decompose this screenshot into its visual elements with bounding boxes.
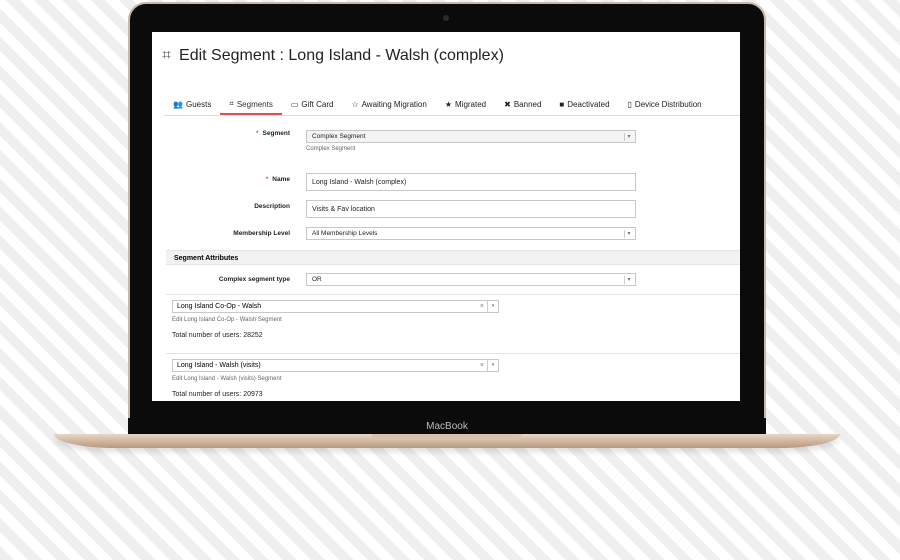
camera-icon bbox=[443, 15, 449, 21]
sub-segment-select[interactable]: Long Island - Walsh (visits) × ▾ bbox=[172, 359, 499, 372]
name-input[interactable]: Long Island - Walsh (complex) bbox=[306, 173, 636, 191]
divider bbox=[166, 353, 740, 354]
sub-segment-select[interactable]: Long Island Co-Op - Walsh × ▾ bbox=[172, 300, 499, 313]
tab-gift-card[interactable]: ▭ Gift Card bbox=[282, 100, 343, 115]
segment-help: Complex Segment bbox=[306, 146, 356, 152]
tab-label: Migrated bbox=[455, 100, 487, 109]
segment-label: * Segment bbox=[256, 130, 290, 137]
clear-icon[interactable]: × bbox=[480, 360, 484, 372]
mobile-icon: ▯ bbox=[627, 100, 632, 109]
membership-label: Membership Level bbox=[233, 230, 290, 237]
complex-type-label: Complex segment type bbox=[218, 276, 290, 283]
tab-segments[interactable]: ⌗ Segments bbox=[220, 99, 282, 115]
clear-icon[interactable]: × bbox=[480, 301, 484, 313]
star-outline-icon: ☆ bbox=[351, 100, 359, 109]
segment-select[interactable]: Complex Segment ▾ bbox=[306, 130, 636, 143]
tab-migrated[interactable]: ★ Migrated bbox=[436, 100, 495, 115]
page-title: Edit Segment : Long Island - Walsh (comp… bbox=[179, 47, 504, 64]
name-label: * Name bbox=[265, 176, 290, 183]
edit-segment-link[interactable]: Edit Long Island Co-Op - Walsh Segment bbox=[172, 317, 282, 323]
app-screen: ⌗ Edit Segment : Long Island - Walsh (co… bbox=[152, 32, 740, 401]
star-icon: ★ bbox=[444, 100, 452, 109]
complex-type-select[interactable]: OR ▾ bbox=[306, 273, 636, 286]
tab-awaiting-migration[interactable]: ☆ Awaiting Migration bbox=[342, 100, 435, 115]
laptop-mockup: ⌗ Edit Segment : Long Island - Walsh (co… bbox=[0, 0, 900, 560]
description-input[interactable]: Visits & Fav location bbox=[306, 200, 636, 218]
description-label: Description bbox=[254, 203, 290, 210]
tab-label: Segments bbox=[236, 99, 273, 109]
tab-label: Banned bbox=[513, 100, 542, 109]
credit-card-icon: ▭ bbox=[290, 100, 299, 109]
segment-attributes-heading: Segment Attributes bbox=[166, 250, 740, 265]
chevron-down-icon: ▾ bbox=[624, 230, 633, 238]
divider bbox=[166, 294, 740, 295]
edit-segment-link[interactable]: Edit Long Island - Walsh (visits) Segmen… bbox=[172, 376, 282, 382]
tab-label: Deactivated bbox=[567, 100, 610, 109]
tab-label: Awaiting Migration bbox=[361, 100, 427, 109]
page-header: ⌗ Edit Segment : Long Island - Walsh (co… bbox=[152, 32, 740, 80]
required-marker: * bbox=[256, 130, 259, 137]
square-icon: ■ bbox=[559, 100, 565, 109]
required-marker: * bbox=[265, 176, 269, 183]
chevron-down-icon: ▾ bbox=[487, 301, 498, 312]
users-icon: 👥 bbox=[173, 100, 183, 109]
tab-label: Device Distribution bbox=[634, 100, 702, 109]
chevron-down-icon: ▾ bbox=[487, 360, 498, 371]
tab-label: Gift Card bbox=[301, 100, 334, 109]
tab-bar: 👥 Guests ⌗ Segments ▭ Gift Card ☆ Awaiting M… bbox=[164, 93, 740, 116]
crop-icon: ⌗ bbox=[162, 47, 172, 64]
close-icon: ✖ bbox=[504, 100, 511, 109]
tab-label: Guests bbox=[185, 100, 212, 109]
tab-deactivated[interactable]: ■ Deactivated bbox=[550, 100, 618, 115]
total-users: Total number of users: 20973 bbox=[172, 391, 263, 398]
chevron-down-icon: ▾ bbox=[624, 276, 633, 284]
tab-banned[interactable]: ✖ Banned bbox=[495, 100, 550, 115]
crop-icon: ⌗ bbox=[229, 99, 234, 108]
laptop-notch bbox=[372, 434, 522, 440]
membership-select[interactable]: All Membership Levels ▾ bbox=[306, 227, 636, 240]
total-users: Total number of users: 28252 bbox=[172, 332, 263, 339]
tab-device-distribution[interactable]: ▯ Device Distribution bbox=[619, 100, 711, 115]
tab-guests[interactable]: 👥 Guests bbox=[164, 100, 220, 115]
chevron-down-icon: ▾ bbox=[624, 133, 633, 141]
